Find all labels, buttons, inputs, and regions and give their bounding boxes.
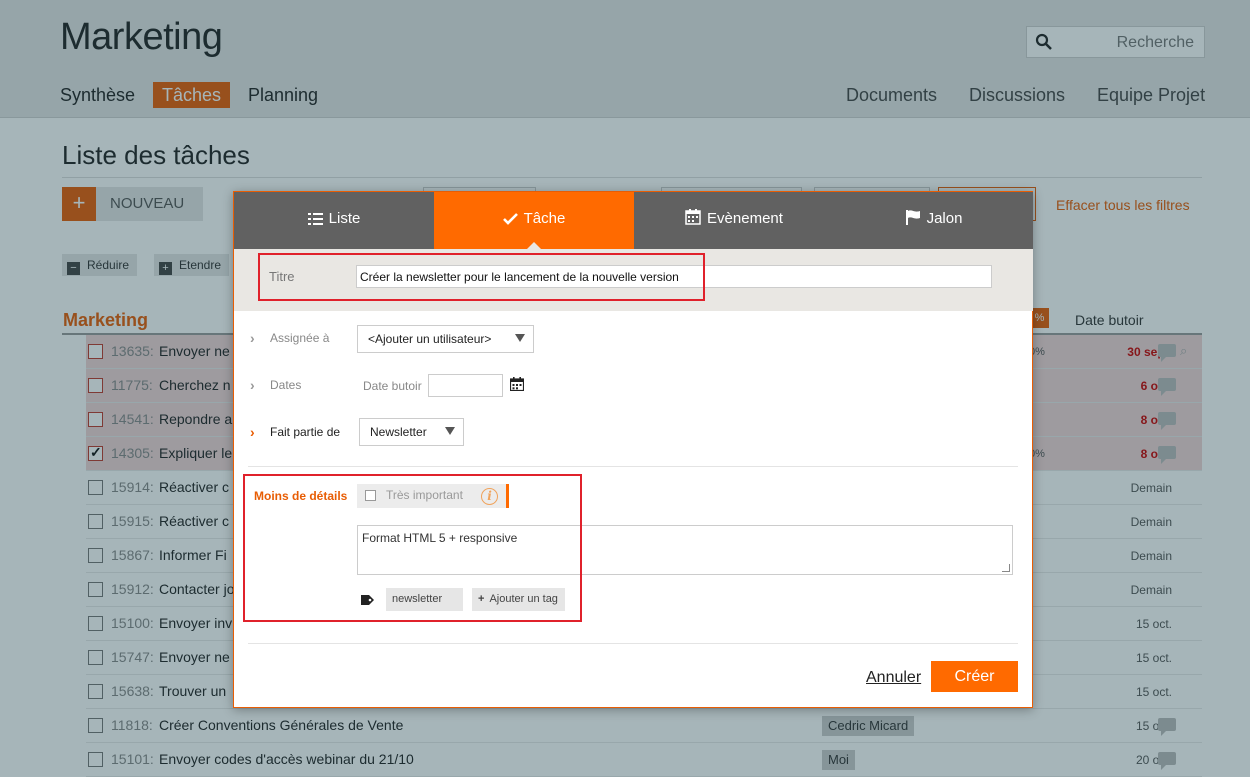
check-icon [502, 213, 518, 225]
flag-icon [905, 210, 920, 225]
tab-liste-label: Liste [328, 210, 361, 227]
cancel-button[interactable]: Annuler [866, 669, 921, 687]
assignee-label: Assignée à [270, 331, 330, 345]
list-icon [307, 213, 323, 225]
divider [248, 643, 1018, 644]
tab-evenement[interactable]: Evènement [634, 192, 834, 249]
tab-evenement-label: Evènement [707, 210, 783, 227]
tab-jalon-label: Jalon [926, 210, 963, 227]
dropdown-arrow-icon [515, 334, 525, 342]
dialog-tabs: Liste Tâche Evènement Jalon [234, 192, 1033, 249]
highlight-box [258, 253, 705, 301]
assignee-value: <Ajouter un utilisateur> [368, 332, 492, 346]
tab-tache-label: Tâche [523, 210, 566, 227]
resize-handle[interactable] [1002, 564, 1010, 572]
tab-jalon[interactable]: Jalon [834, 192, 1033, 249]
calendar-icon [685, 209, 701, 225]
due-date-input[interactable] [428, 374, 503, 397]
chevron-right-icon[interactable]: › [250, 424, 255, 440]
tab-tache[interactable]: Tâche [434, 192, 634, 249]
part-of-value: Newsletter [370, 425, 427, 439]
dates-label: Dates [270, 378, 302, 392]
chevron-right-icon[interactable]: › [250, 377, 255, 393]
highlight-box [243, 474, 582, 622]
assignee-select[interactable]: <Ajouter un utilisateur> [357, 325, 534, 353]
calendar-icon[interactable] [510, 377, 524, 391]
chevron-right-icon[interactable]: › [250, 330, 255, 346]
divider [248, 466, 1018, 467]
create-button[interactable]: Créer [931, 661, 1018, 692]
tab-liste[interactable]: Liste [234, 192, 434, 249]
new-item-dialog: Liste Tâche Evènement Jalon Titre Créer … [233, 191, 1033, 708]
part-of-select[interactable]: Newsletter [359, 418, 464, 446]
dropdown-arrow-icon [445, 427, 455, 435]
part-of-label: Fait partie de [270, 425, 341, 439]
due-date-label: Date butoir [363, 379, 422, 393]
